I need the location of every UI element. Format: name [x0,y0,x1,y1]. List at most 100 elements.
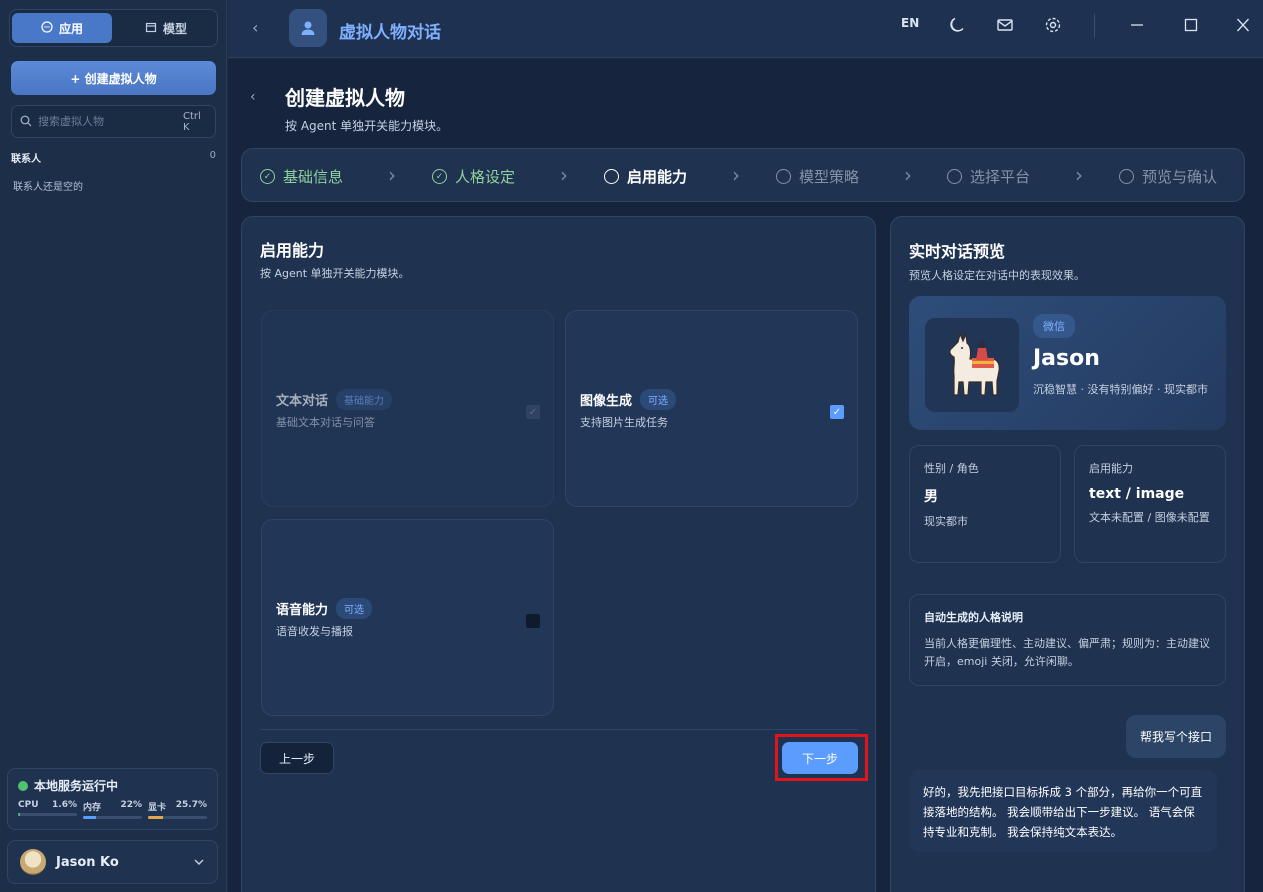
page-subtitle: 按 Agent 单独开关能力模块。 [285,119,449,133]
search-input[interactable] [38,115,183,128]
capability-title: 语音能力 可选 [276,598,373,619]
metric-bar [83,816,142,819]
step-indicator: ✓ 基础信息 › ✓ 人格设定 › 启用能力 › 模型策略 › 选择平台 › 预览与确认 [241,148,1245,202]
metric-value: 25.7% [175,800,207,810]
step-label: 启用能力 [627,168,688,186]
mail-icon[interactable] [996,16,1014,37]
topbar-divider [1094,14,1095,38]
metric-label: 显卡 [148,803,167,813]
circle-icon [776,169,791,184]
llama-avatar-icon [925,318,1019,412]
gender-role-card: 性别 / 角色 男 现实都市 [909,445,1061,563]
back-icon[interactable]: ‹ [252,18,258,37]
circle-icon [604,169,619,184]
auto-persona-desc: 当前人格更偏理性、主动建议、偏严肃；规则为：主动建议开启，emoji 关闭，允许… [924,637,1210,668]
service-status-title: 本地服务运行中 [18,777,207,794]
chevron-right-icon: › [732,163,740,187]
capability-name: 语音能力 [276,603,329,618]
step-1: ✓ 基础信息 [260,166,343,187]
minimize-icon[interactable] [1130,16,1144,37]
capability-desc: 基础文本对话与问答 [276,416,375,429]
tab-models-label: 模型 [162,21,187,36]
app-title: 虚拟人物对话 [339,23,441,43]
panel-title: 启用能力 [260,241,325,260]
contacts-header: 联系人 0 [11,150,216,165]
capability-card-text: 文本对话 基础能力 基础文本对话与问答 ✓ [261,310,554,507]
page-title: 创建虚拟人物 [285,86,405,110]
next-button-highlight [775,734,868,781]
metric-bar [18,813,77,816]
character-name: Jason [1033,346,1100,371]
step-5: 选择平台 [947,166,1030,187]
moon-icon[interactable] [948,16,966,37]
panel-subtitle: 按 Agent 单独开关能力模块。 [260,267,410,280]
panel-divider [260,729,858,730]
check-circle-icon: ✓ [260,169,275,184]
chat-preview-panel: 实时对话预览 预览人格设定在对话中的表现效果。 微信 Jason 沉稳智慧 · … [890,216,1245,892]
chevron-right-icon: › [388,163,396,187]
chevron-right-icon: › [1075,163,1083,187]
capabilities-value: text / image [1089,486,1185,502]
contacts-count: 0 [209,150,216,161]
capability-desc: 支持图片生成任务 [580,416,668,429]
check-circle-icon: ✓ [432,169,447,184]
circle-icon [1119,169,1134,184]
user-account[interactable]: Jason Ko [7,840,218,884]
capability-card-image[interactable]: 图像生成 可选 支持图片生成任务 ✓ [565,310,858,507]
capability-title: 图像生成 可选 [580,389,677,410]
gender-sub: 现实都市 [924,515,968,528]
step-3: 启用能力 [604,166,687,187]
create-character-button[interactable]: + 创建虚拟人物 [11,61,216,95]
step-6: 预览与确认 [1119,166,1217,187]
character-desc: 沉稳智慧 · 没有特别偏好 · 现实都市 [1033,383,1208,396]
tab-apps[interactable]: 应用 [12,13,112,43]
step-label: 基础信息 [283,168,344,186]
capability-title: 文本对话 基础能力 [276,389,393,410]
close-icon[interactable] [1236,16,1250,37]
user-icon [289,9,327,47]
capability-name: 图像生成 [580,394,633,409]
sidebar-tabs: 应用 模型 [9,9,218,47]
tab-models[interactable]: 模型 [116,13,216,43]
step-label: 人格设定 [455,168,516,186]
chat-icon [41,20,53,36]
gender-label: 性别 / 角色 [924,462,979,475]
auto-persona-card: 自动生成的人格说明 当前人格更偏理性、主动建议、偏严肃；规则为：主动建议开启，e… [909,594,1226,686]
search-icon [20,112,32,131]
auto-persona-title: 自动生成的人格说明 [924,611,1023,624]
language-toggle[interactable]: EN [901,16,919,30]
avatar [20,849,46,875]
step-4: 模型策略 [776,166,859,187]
sidebar: 应用 模型 + 创建虚拟人物 Ctrl K 联系人 0 联系人还是空的 本地服务… [0,0,227,892]
maximize-icon[interactable] [1184,16,1198,37]
capability-card-voice[interactable]: 语音能力 可选 语音收发与播报 [261,519,554,716]
circle-icon [947,169,962,184]
capabilities-sub: 文本未配置 / 图像未配置 [1089,511,1210,524]
prev-step-button[interactable]: 上一步 [260,742,334,774]
bot-message-bubble: 好的，我先把接口目标拆成 3 个部分，再给你一个可直接落地的结构。 我会顺带给出… [909,770,1217,852]
user-message-bubble: 帮我写个接口 [1126,715,1226,758]
capability-checkbox-text: ✓ [526,405,540,419]
capability-checkbox-image[interactable]: ✓ [830,405,844,419]
metric-row: 内存 22% [83,800,142,813]
service-status-text: 本地服务运行中 [34,779,119,793]
contacts-label: 联系人 [11,154,41,165]
platform-badge: 微信 [1033,314,1075,338]
metric-value: 22% [120,800,142,810]
metric-row: CPU 1.6% [18,800,77,810]
capability-checkbox-voice[interactable] [526,614,540,628]
step-label: 预览与确认 [1142,168,1218,186]
step-label: 选择平台 [970,168,1031,186]
capabilities-panel: 启用能力 按 Agent 单独开关能力模块。 文本对话 基础能力 基础文本对话与… [241,216,876,892]
capability-desc: 语音收发与播报 [276,625,353,638]
status-dot-icon [18,780,28,791]
metric-1: 内存 22% [83,800,142,819]
chevron-right-icon: › [904,163,912,187]
metric-2: 显卡 25.7% [148,800,207,819]
tab-apps-label: 应用 [58,21,83,36]
gear-icon[interactable] [1044,16,1062,37]
metric-label: CPU [18,800,39,810]
search-box: Ctrl K [11,105,216,138]
chevron-right-icon: › [560,163,568,187]
page-back-icon[interactable]: ‹ [250,89,256,105]
